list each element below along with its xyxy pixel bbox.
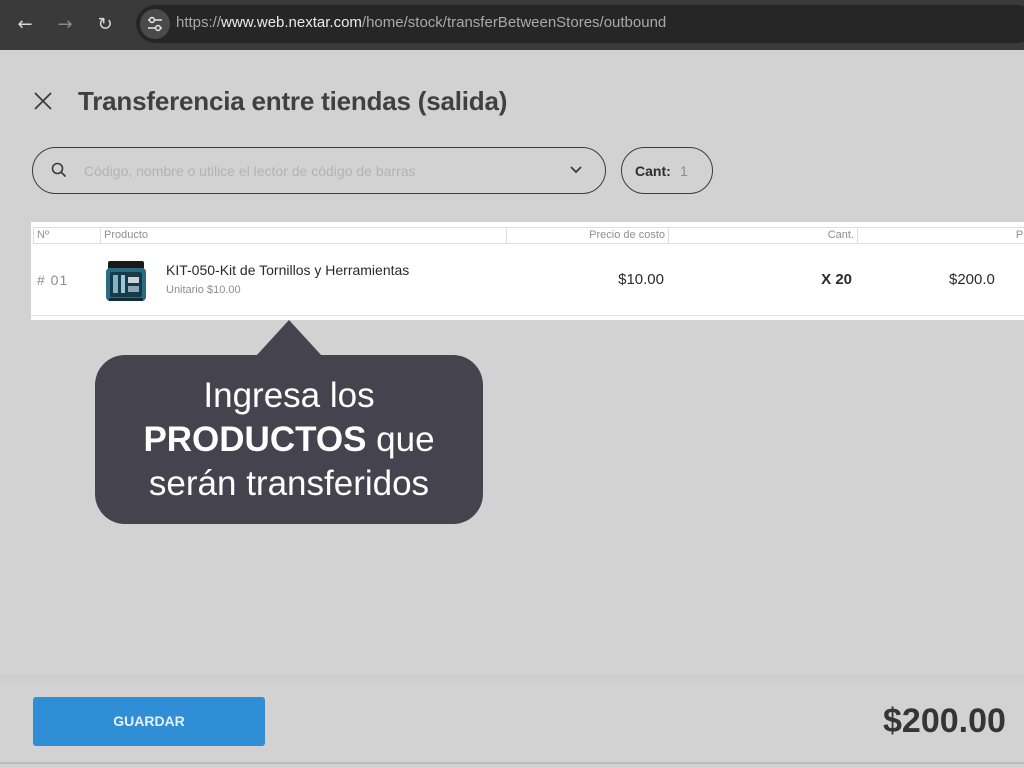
tooltip-line-2: PRODUCTOS que xyxy=(95,418,483,462)
browser-toolbar: ← → ↻ https://www.web.nextar.com/home/st… xyxy=(0,0,1024,50)
row-divider xyxy=(31,315,1024,316)
search-icon xyxy=(51,162,67,178)
row-number: # 01 xyxy=(37,272,69,288)
product-quantity: X 20 xyxy=(821,271,852,288)
chevron-down-icon[interactable] xyxy=(569,164,583,176)
close-icon[interactable] xyxy=(30,88,56,114)
url-text[interactable]: https://www.web.nextar.com/home/stock/tr… xyxy=(176,14,666,31)
product-cost: $10.00 xyxy=(618,271,664,288)
search-placeholder: Código, nombre o utilice el lector de có… xyxy=(84,163,416,179)
product-name: KIT-050-Kit de Tornillos y Herramientas xyxy=(166,262,410,278)
site-settings-icon[interactable] xyxy=(140,9,170,39)
bottom-divider xyxy=(0,762,1024,764)
product-thumbnail xyxy=(106,261,146,301)
page-title: Transferencia entre tiendas (salida) xyxy=(78,86,508,116)
tooltip-callout: Ingresa los PRODUCTOS que serán transfer… xyxy=(95,355,483,524)
quantity-field[interactable]: Cant: 1 xyxy=(621,147,713,194)
product-unit-price: Unitario $10.00 xyxy=(166,284,241,296)
column-header-quantity: Cant. xyxy=(668,227,858,244)
quantity-value[interactable]: 1 xyxy=(680,163,688,179)
products-table: Nº Producto Precio de costo Cant. Pre # … xyxy=(31,222,1024,320)
tooltip-line-1: Ingresa los xyxy=(203,376,375,415)
column-header-number: Nº xyxy=(33,227,101,244)
column-header-cost: Precio de costo xyxy=(506,227,669,244)
tooltip-pointer xyxy=(256,320,322,356)
column-header-total: Pre xyxy=(857,227,1024,244)
tooltip-emphasis: PRODUCTOS xyxy=(143,420,367,459)
tooltip-line-2-rest: que xyxy=(366,420,435,459)
reload-icon[interactable]: ↻ xyxy=(92,12,118,38)
grand-total: $200.00 xyxy=(883,702,1006,740)
save-button[interactable]: GUARDAR xyxy=(33,697,265,746)
column-header-product: Producto xyxy=(100,227,507,244)
url-prefix: https:// xyxy=(176,14,222,31)
product-search-input[interactable]: Código, nombre o utilice el lector de có… xyxy=(32,147,606,194)
forward-arrow-icon[interactable]: → xyxy=(52,12,78,38)
tooltip-line-3: serán transferidos xyxy=(148,464,430,503)
url-path: /home/stock/transferBetweenStores/outbou… xyxy=(361,14,667,31)
product-total: $200.0 xyxy=(949,271,995,288)
url-domain: www.web.nextar.com xyxy=(221,14,362,31)
footer-divider xyxy=(0,675,1024,683)
quantity-label: Cant: xyxy=(635,163,671,179)
back-arrow-icon[interactable]: ← xyxy=(12,12,38,38)
